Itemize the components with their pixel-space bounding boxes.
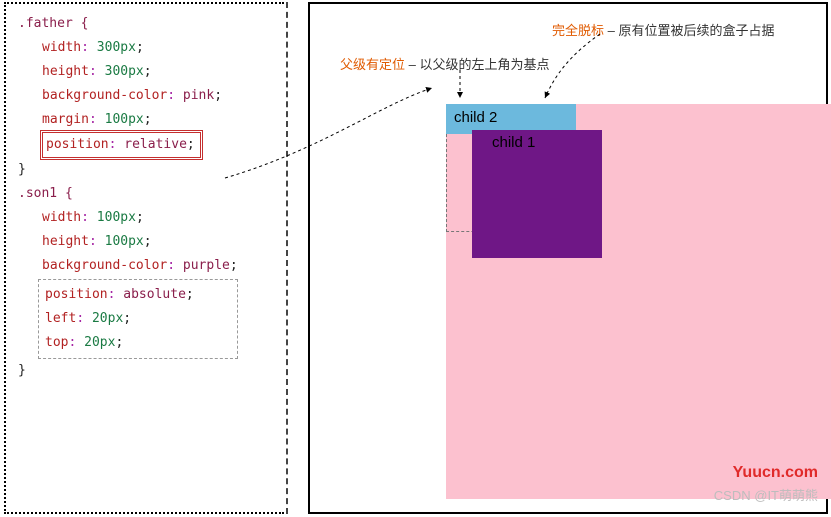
diagram-panel: 父级有定位 – 以父级的左上角为基点 完全脱标 – 原有位置被后续的盒子占据 c… — [308, 2, 828, 514]
selector-father: .father { — [18, 16, 88, 31]
annotation-out-of-flow: 完全脱标 – 原有位置被后续的盒子占据 — [552, 20, 774, 39]
watermark-credit: CSDN @IT萌萌熊 — [714, 485, 818, 504]
code-panel: .father { width: 300px; height: 300px; b… — [4, 2, 284, 514]
brace-close-son1: } — [18, 363, 26, 378]
val-width: 300px — [97, 40, 136, 55]
prop-margin: margin — [42, 112, 89, 127]
highlight-position-relative: position: relative; — [42, 132, 201, 158]
selector-son1: .son1 { — [18, 186, 73, 201]
annotation-parent-positioned: 父级有定位 – 以父级的左上角为基点 — [340, 54, 549, 73]
highlight-position-absolute-group: position: absolute; left: 20px; top: 20p… — [38, 279, 238, 359]
vertical-divider — [286, 2, 288, 514]
brace-close-father: } — [18, 162, 26, 177]
label-child1: child 1 — [488, 132, 535, 151]
prop-bg: background-color — [42, 88, 167, 103]
colon: : — [81, 40, 97, 55]
prop-height: height — [42, 64, 89, 79]
semi: ; — [136, 40, 144, 55]
label-child2: child 2 — [450, 107, 497, 126]
prop-width: width — [42, 40, 81, 55]
watermark-site: Yuucn.com — [733, 464, 818, 482]
